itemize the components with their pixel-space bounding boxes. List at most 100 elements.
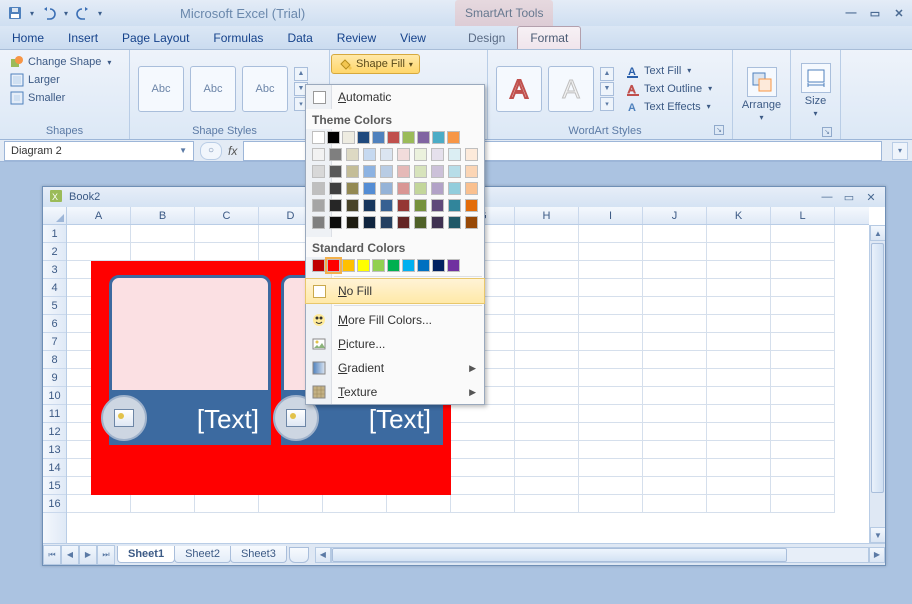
color-swatch[interactable] — [312, 148, 325, 161]
fx-icon[interactable]: fx — [228, 144, 237, 158]
color-swatch[interactable] — [448, 199, 461, 212]
color-swatch[interactable] — [417, 131, 430, 144]
column-header[interactable]: A — [67, 207, 131, 224]
sheet-nav-first-icon[interactable]: ⏮ — [43, 545, 61, 565]
color-swatch[interactable] — [465, 199, 478, 212]
formula-expand-icon[interactable]: ▾ — [892, 142, 908, 160]
color-swatch[interactable] — [372, 259, 385, 272]
color-swatch[interactable] — [312, 216, 325, 229]
column-header[interactable]: B — [131, 207, 195, 224]
color-swatch[interactable] — [402, 259, 415, 272]
color-swatch[interactable] — [414, 182, 427, 195]
book-close-button[interactable]: ✕ — [863, 190, 879, 204]
qat-dropdown-icon[interactable]: ▾ — [28, 9, 36, 18]
color-swatch[interactable] — [414, 148, 427, 161]
restore-button[interactable]: ▭ — [866, 4, 884, 22]
horizontal-scrollbar[interactable]: ◀ ▶ — [315, 547, 885, 563]
fx-circle-icon[interactable]: ○ — [200, 142, 222, 160]
column-header[interactable]: L — [771, 207, 835, 224]
color-swatch[interactable] — [447, 259, 460, 272]
tab-format[interactable]: Format — [517, 26, 581, 49]
color-swatch[interactable] — [380, 199, 393, 212]
color-swatch[interactable] — [380, 148, 393, 161]
row-header[interactable]: 2 — [43, 243, 66, 261]
smartart-picture-placeholder[interactable] — [109, 275, 271, 393]
text-outline-button[interactable]: AText Outline▾ — [624, 81, 714, 97]
close-button[interactable]: ✕ — [890, 4, 908, 22]
row-header[interactable]: 15 — [43, 477, 66, 495]
color-swatch[interactable] — [363, 148, 376, 161]
insert-sheet-button[interactable] — [289, 547, 309, 563]
gallery-up-icon[interactable]: ▲ — [294, 67, 308, 81]
scroll-track[interactable] — [331, 547, 869, 563]
more-fill-colors-item[interactable]: More Fill Colors... — [306, 308, 484, 332]
chevron-down-icon[interactable]: ▼ — [179, 146, 187, 155]
row-header[interactable]: 5 — [43, 297, 66, 315]
smartart-picture-icon[interactable] — [101, 395, 147, 441]
color-swatch[interactable] — [312, 182, 325, 195]
color-swatch[interactable] — [329, 199, 342, 212]
color-swatch[interactable] — [346, 216, 359, 229]
column-header[interactable]: K — [707, 207, 771, 224]
gallery-more-icon[interactable]: ▾ — [600, 97, 614, 111]
sheet-nav-prev-icon[interactable]: ◀ — [61, 545, 79, 565]
column-header[interactable]: J — [643, 207, 707, 224]
select-all-button[interactable] — [43, 207, 67, 225]
color-swatch[interactable] — [431, 216, 444, 229]
color-swatch[interactable] — [372, 131, 385, 144]
color-swatch[interactable] — [447, 131, 460, 144]
color-swatch[interactable] — [397, 199, 410, 212]
color-swatch[interactable] — [397, 165, 410, 178]
column-header[interactable]: C — [195, 207, 259, 224]
color-swatch[interactable] — [363, 182, 376, 195]
fill-automatic-item[interactable]: Automatic — [306, 85, 484, 109]
color-swatch[interactable] — [431, 165, 444, 178]
column-header[interactable]: I — [579, 207, 643, 224]
color-swatch[interactable] — [363, 199, 376, 212]
color-swatch[interactable] — [465, 148, 478, 161]
size-button[interactable]: Size ▾ — [799, 63, 832, 118]
row-header[interactable]: 4 — [43, 279, 66, 297]
color-swatch[interactable] — [312, 165, 325, 178]
color-swatch[interactable] — [448, 182, 461, 195]
color-swatch[interactable] — [431, 199, 444, 212]
minimize-button[interactable]: — — [842, 4, 860, 22]
color-swatch[interactable] — [465, 216, 478, 229]
color-swatch[interactable] — [431, 182, 444, 195]
tab-review[interactable]: Review — [325, 27, 388, 49]
color-swatch[interactable] — [387, 131, 400, 144]
color-swatch[interactable] — [363, 216, 376, 229]
color-swatch[interactable] — [346, 148, 359, 161]
gallery-down-icon[interactable]: ▼ — [600, 82, 614, 96]
color-swatch[interactable] — [312, 131, 325, 144]
name-box[interactable]: Diagram 2 ▼ — [4, 141, 194, 161]
color-swatch[interactable] — [342, 131, 355, 144]
shape-style-thumb[interactable]: Abc — [138, 66, 184, 112]
color-swatch[interactable] — [363, 165, 376, 178]
wordart-launcher-icon[interactable]: ↘ — [714, 125, 724, 135]
sheet-nav-next-icon[interactable]: ▶ — [79, 545, 97, 565]
undo-icon[interactable] — [40, 4, 58, 22]
color-swatch[interactable] — [432, 259, 445, 272]
color-swatch[interactable] — [402, 131, 415, 144]
tab-design[interactable]: Design — [456, 27, 517, 49]
color-swatch[interactable] — [465, 165, 478, 178]
smartart-card[interactable]: [Text] — [109, 275, 271, 445]
gradient-fill-item[interactable]: Gradient ▶ — [306, 356, 484, 380]
color-swatch[interactable] — [417, 259, 430, 272]
text-fill-button[interactable]: AText Fill▾ — [624, 63, 714, 79]
color-swatch[interactable] — [327, 259, 340, 272]
save-icon[interactable] — [6, 4, 24, 22]
color-swatch[interactable] — [329, 216, 342, 229]
sheet-tab-sheet3[interactable]: Sheet3 — [230, 546, 287, 563]
redo-icon[interactable] — [74, 4, 92, 22]
color-swatch[interactable] — [312, 259, 325, 272]
color-swatch[interactable] — [465, 182, 478, 195]
scroll-right-icon[interactable]: ▶ — [869, 547, 885, 563]
color-swatch[interactable] — [397, 182, 410, 195]
color-swatch[interactable] — [448, 216, 461, 229]
color-swatch[interactable] — [380, 216, 393, 229]
color-swatch[interactable] — [342, 259, 355, 272]
smaller-button[interactable]: Smaller — [8, 90, 67, 106]
color-swatch[interactable] — [431, 148, 444, 161]
